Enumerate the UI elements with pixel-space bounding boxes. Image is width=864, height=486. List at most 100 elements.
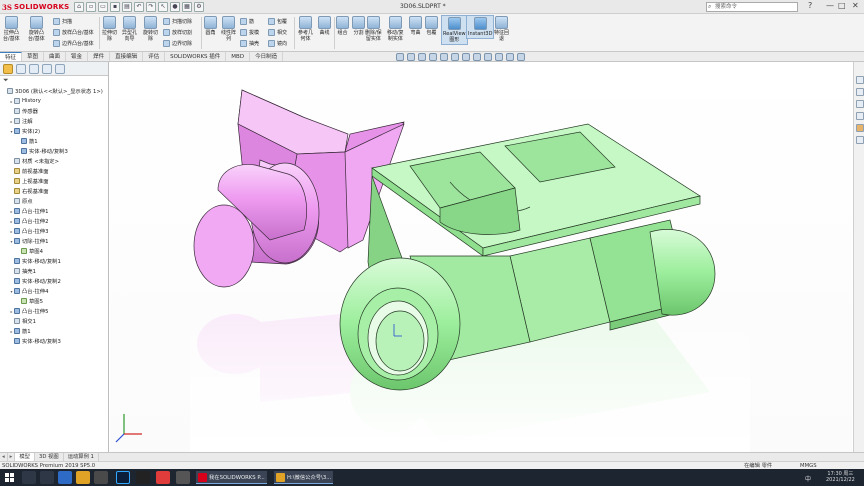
rib-button[interactable]: 筋: [240, 18, 254, 25]
tree-item[interactable]: 材质 <未指定>: [9, 156, 59, 166]
tree-item[interactable]: 筋1: [16, 136, 38, 146]
linear-pattern-button[interactable]: 线性阵 列: [221, 16, 236, 42]
tab-manufacturing[interactable]: 今日制造: [250, 52, 284, 61]
tree-item[interactable]: ▸ 凸台-拉伸2: [9, 216, 48, 226]
boundary-cut-button[interactable]: 边界切除: [163, 40, 192, 47]
previous-view-icon[interactable]: [418, 53, 426, 61]
flex-button[interactable]: 弯曲: [409, 16, 422, 36]
tab-direct-editing[interactable]: 直接编辑: [110, 52, 144, 61]
wrap2-button[interactable]: 包覆: [425, 16, 438, 36]
move-copy-body-button[interactable]: 移动/复 制实体: [387, 16, 404, 42]
combine-button[interactable]: 组合: [336, 16, 349, 36]
tree-item[interactable]: 实体-移动/复制1: [9, 256, 61, 266]
monitor-icon[interactable]: [517, 53, 525, 61]
tab-3d-views[interactable]: 3D 视图: [35, 453, 64, 461]
hole-wizard-button[interactable]: 异型孔 向导: [122, 16, 137, 42]
taskbar-solidworks[interactable]: 我在SOLIDWORKS P...: [196, 471, 267, 484]
solidworks-logo[interactable]: 3S SOLIDWORKS: [2, 2, 69, 12]
dynamic-annotation-icon[interactable]: [440, 53, 448, 61]
extrude-cut-button[interactable]: 拉伸切 除: [102, 16, 117, 42]
realview-graphics-button[interactable]: RealView 图形: [441, 15, 468, 45]
tab-motion-study[interactable]: 运动算例 1: [64, 453, 99, 461]
reference-geometry-button[interactable]: 参考几 何体: [298, 16, 313, 42]
minimize-button[interactable]: —: [826, 1, 834, 10]
app-icon[interactable]: [136, 471, 150, 484]
zoom-to-fit-icon[interactable]: [396, 53, 404, 61]
tree-item[interactable]: 前视基准面: [9, 166, 49, 176]
tab-mbd[interactable]: MBD: [226, 52, 251, 61]
tree-item[interactable]: 实体-移动/复制2: [9, 276, 61, 286]
property-manager-tab-icon[interactable]: [16, 64, 26, 74]
scroll-left-icon[interactable]: ◂: [0, 453, 8, 461]
tab-features[interactable]: 特征: [0, 52, 23, 61]
help-icon[interactable]: ?: [808, 1, 812, 10]
sweep-button[interactable]: 扫描: [53, 18, 72, 25]
open-file-icon[interactable]: ▭: [98, 2, 108, 12]
browser-icon[interactable]: [58, 471, 72, 484]
delete-keep-body-button[interactable]: 删除/保 留实体: [365, 16, 382, 42]
tree-item[interactable]: ▸ 筋1: [9, 326, 31, 336]
file-properties-icon[interactable]: ▦: [182, 2, 192, 12]
hide-show-items-icon[interactable]: [473, 53, 481, 61]
app-icon[interactable]: [156, 471, 170, 484]
intersect-button[interactable]: 相交: [268, 29, 287, 36]
display-style-icon[interactable]: [462, 53, 470, 61]
split-button[interactable]: 分割: [352, 16, 365, 36]
rebuild-icon[interactable]: ●: [170, 2, 180, 12]
home-icon[interactable]: ⌂: [74, 2, 84, 12]
tree-item[interactable]: ▾ 实体(2): [9, 126, 40, 136]
view-palette-icon[interactable]: [856, 112, 864, 120]
tree-item[interactable]: ▸ 凸台-拉伸5: [9, 306, 48, 316]
tree-item[interactable]: 相交1: [9, 316, 36, 326]
clock[interactable]: 17:30 周三 2021/12/22: [826, 471, 855, 483]
fillet-button[interactable]: 圆角: [204, 16, 217, 36]
tab-model[interactable]: 模型: [15, 453, 35, 461]
tree-item[interactable]: ▾ 凸台-拉伸4: [9, 286, 48, 296]
sweep-cut-button[interactable]: 扫描切除: [163, 18, 192, 25]
zoom-area-icon[interactable]: [407, 53, 415, 61]
tab-evaluate[interactable]: 评估: [143, 52, 166, 61]
tree-item[interactable]: ▸ 注解: [9, 116, 33, 126]
tree-item[interactable]: ▸ History: [9, 96, 41, 106]
tree-item[interactable]: 传感器: [9, 106, 38, 116]
tree-filter[interactable]: ⏷: [0, 76, 108, 85]
extrude-boss-button[interactable]: 拉伸凸 台/基体: [3, 16, 20, 42]
tree-item[interactable]: 右视基准面: [9, 186, 49, 196]
mirror-button[interactable]: 镜向: [268, 40, 287, 47]
search-taskbar-icon[interactable]: [22, 471, 36, 484]
tree-item[interactable]: 草图5: [16, 296, 43, 306]
tree-item[interactable]: ▸ 凸台-拉伸3: [9, 226, 48, 236]
search-commands-input[interactable]: ⌕ 搜索命令: [706, 2, 798, 12]
scroll-right-icon[interactable]: ▸: [8, 453, 16, 461]
tree-item[interactable]: ▸ 凸台-拉伸1: [9, 206, 48, 216]
input-language[interactable]: 中: [805, 474, 811, 483]
new-file-icon[interactable]: ▫: [86, 2, 96, 12]
undo-icon[interactable]: ↶: [134, 2, 144, 12]
save-icon[interactable]: ▪: [110, 2, 120, 12]
solidworks-resources-icon[interactable]: [856, 76, 864, 84]
rollback-button[interactable]: 特征回 退: [494, 16, 509, 42]
windows-start-icon[interactable]: [5, 473, 14, 482]
options-gear-icon[interactable]: ⚙: [194, 2, 204, 12]
tree-item[interactable]: ▾ 切除-拉伸1: [9, 236, 48, 246]
close-button[interactable]: ✕: [852, 1, 859, 10]
revolve-boss-button[interactable]: 旋转凸 台/基体: [28, 16, 45, 42]
tree-item[interactable]: 实体-移动/复制3: [16, 146, 68, 156]
select-icon[interactable]: ↖: [158, 2, 168, 12]
view-triad[interactable]: [115, 414, 142, 443]
display-manager-tab-icon[interactable]: [55, 64, 65, 74]
revolve-cut-button[interactable]: 旋转切 除: [143, 16, 158, 42]
appearances-icon[interactable]: [856, 124, 864, 132]
tree-item[interactable]: 实体-移动/复制3: [9, 336, 61, 346]
dimxpert-tab-icon[interactable]: [42, 64, 52, 74]
curves-button[interactable]: 曲线: [318, 16, 331, 36]
app-icon[interactable]: [94, 471, 108, 484]
tree-item[interactable]: 原点: [9, 196, 33, 206]
shell-button[interactable]: 抽壳: [240, 40, 259, 47]
view-settings-icon[interactable]: [506, 53, 514, 61]
tree-item[interactable]: 3D06 (默认<<默认>_显示状态 1>): [2, 86, 103, 96]
maximize-button[interactable]: □: [838, 1, 846, 10]
section-view-icon[interactable]: [429, 53, 437, 61]
draft-button[interactable]: 拔模: [240, 29, 259, 36]
wrap-button[interactable]: 包覆: [268, 18, 287, 25]
